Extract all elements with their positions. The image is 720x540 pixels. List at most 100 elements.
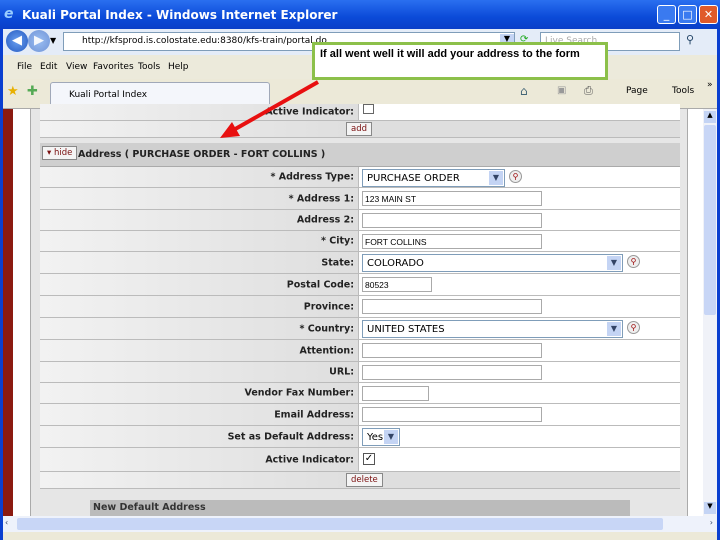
scroll-right-icon[interactable]: › xyxy=(710,518,713,527)
hide-label: hide xyxy=(53,148,73,158)
field-label: * Country: xyxy=(299,323,354,334)
field-label: Set as Default Address: xyxy=(227,431,354,442)
state-select[interactable]: COLORADO ▼ xyxy=(362,254,623,272)
checkbox[interactable] xyxy=(363,104,374,114)
scroll-down-icon[interactable]: ▼ xyxy=(704,502,716,514)
horizontal-scroll-thumb[interactable] xyxy=(17,518,663,530)
default-address-row: Set as Default Address: Yes ▼ xyxy=(40,426,680,448)
province-row: Province: xyxy=(40,296,680,318)
vertical-scrollbar[interactable]: ▲ ▼ xyxy=(703,109,717,516)
status-bar xyxy=(3,532,717,540)
field-label: Province: xyxy=(303,301,354,312)
field-label: * City: xyxy=(320,235,354,247)
postal-code-row: Postal Code: 80523 xyxy=(40,274,680,296)
email-row: Email Address: xyxy=(40,404,680,426)
favorites-star-icon[interactable]: ★ xyxy=(7,84,19,99)
chevron-down-icon: ▼ xyxy=(489,171,503,185)
active-checkbox[interactable]: ✓ xyxy=(363,453,375,465)
ie-logo-icon: e xyxy=(4,6,14,22)
back-button[interactable]: ◀ xyxy=(6,30,28,52)
email-input[interactable] xyxy=(362,407,542,422)
province-input[interactable] xyxy=(362,299,542,314)
chevron-more-icon[interactable]: » xyxy=(707,80,713,90)
title-bar: Kuali Portal Index - Windows Internet Ex… xyxy=(0,0,720,29)
field-label: Vendor Fax Number: xyxy=(244,387,354,399)
postal-code-input[interactable]: 80523 xyxy=(362,277,432,292)
chevron-down-icon: ▼ xyxy=(384,430,398,444)
maximize-button[interactable]: □ xyxy=(678,5,697,24)
add-button[interactable]: add xyxy=(346,122,372,136)
vendor-fax-row: Vendor Fax Number: xyxy=(40,383,680,404)
menu-help[interactable]: Help xyxy=(168,62,189,72)
url-input[interactable] xyxy=(362,365,542,380)
attention-input[interactable] xyxy=(362,343,542,358)
address1-row: * Address 1: 123 MAIN ST xyxy=(40,188,680,210)
select-value: COLORADO xyxy=(367,258,424,269)
annotation-callout: If all went well it will add your addres… xyxy=(312,42,608,80)
delete-button[interactable]: delete xyxy=(346,473,383,487)
history-dropdown-icon[interactable]: ▼ xyxy=(50,36,56,45)
field-label: Address 2: xyxy=(296,214,354,226)
feeds-icon[interactable]: ▣ xyxy=(557,85,566,96)
forward-button[interactable]: ▶ xyxy=(28,30,50,52)
attention-row: Attention: xyxy=(40,340,680,362)
scroll-up-icon[interactable]: ▲ xyxy=(704,111,716,123)
vertical-scroll-thumb[interactable] xyxy=(704,125,716,315)
country-row: * Country: UNITED STATES ▼ ⚲ xyxy=(40,318,680,340)
field-label: Attention: xyxy=(299,345,354,356)
field-label: * Address Type: xyxy=(270,171,354,183)
menu-tools[interactable]: Tools xyxy=(138,62,160,72)
field-label: Email Address: xyxy=(274,409,354,420)
prev-active-row: Active Indicator: xyxy=(40,104,680,121)
address1-input[interactable]: 123 MAIN ST xyxy=(362,191,542,206)
address-type-row: * Address Type: PURCHASE ORDER ▼ ⚲ xyxy=(40,167,680,188)
print-icon[interactable]: ⎙ xyxy=(584,84,593,98)
url-row: URL: xyxy=(40,362,680,383)
minimize-button[interactable]: _ xyxy=(657,5,676,24)
address2-row: Address 2: xyxy=(40,210,680,231)
menu-view[interactable]: View xyxy=(66,62,87,72)
tab-label: Kuali Portal Index xyxy=(69,90,148,100)
menu-favorites[interactable]: Favorites xyxy=(93,62,134,72)
home-icon[interactable]: ⌂ xyxy=(520,84,528,98)
hide-button[interactable]: ▾ hide xyxy=(42,146,78,160)
lookup-icon[interactable]: ⚲ xyxy=(627,255,640,268)
url-text: http://kfsprod.is.colostate.edu:8380/kfs… xyxy=(82,36,327,46)
city-input[interactable]: FORT COLLINS xyxy=(362,234,542,249)
search-icon[interactable]: ⚲ xyxy=(686,33,694,46)
field-label: URL: xyxy=(329,366,354,378)
lookup-icon[interactable]: ⚲ xyxy=(627,321,640,334)
tools-menu[interactable]: Tools xyxy=(672,86,694,96)
window-title: Kuali Portal Index - Windows Internet Ex… xyxy=(22,8,338,22)
lookup-icon[interactable]: ⚲ xyxy=(509,170,522,183)
address-type-select[interactable]: PURCHASE ORDER ▼ xyxy=(362,169,505,187)
portal-sidebar-strip xyxy=(3,109,13,516)
address2-input[interactable] xyxy=(362,213,542,228)
page-menu[interactable]: Page xyxy=(626,86,648,96)
menu-file[interactable]: File xyxy=(17,62,32,72)
scroll-left-icon[interactable]: ‹ xyxy=(5,518,8,527)
field-label: * Address 1: xyxy=(288,193,354,204)
field-label: Active Indicator: xyxy=(265,454,354,465)
select-value: UNITED STATES xyxy=(367,324,445,335)
horizontal-scrollbar[interactable]: ‹ › xyxy=(3,516,717,532)
default-address-select[interactable]: Yes ▼ xyxy=(362,428,400,446)
add-favorite-icon[interactable]: ✚ xyxy=(27,84,38,99)
delete-row: delete xyxy=(40,472,680,489)
section-title: New Default Address xyxy=(93,502,206,513)
city-row: * City: FORT COLLINS xyxy=(40,231,680,252)
red-arrow-icon xyxy=(220,80,319,138)
field-label: State: xyxy=(321,257,354,268)
close-button[interactable]: ✕ xyxy=(699,5,718,24)
chevron-down-icon: ▼ xyxy=(607,322,621,336)
section-header: ▾ hide Address ( PURCHASE ORDER - FORT C… xyxy=(40,143,680,167)
section-title: Address ( PURCHASE ORDER - FORT COLLINS … xyxy=(78,149,326,160)
new-default-address-header: New Default Address xyxy=(90,500,630,516)
add-row: add xyxy=(40,121,680,138)
field-label: Postal Code: xyxy=(286,279,354,290)
menu-edit[interactable]: Edit xyxy=(40,62,57,72)
country-select[interactable]: UNITED STATES ▼ xyxy=(362,320,623,338)
select-value: Yes xyxy=(367,432,384,443)
active-indicator-row: Active Indicator: ✓ xyxy=(40,448,680,472)
vendor-fax-input[interactable] xyxy=(362,386,429,401)
